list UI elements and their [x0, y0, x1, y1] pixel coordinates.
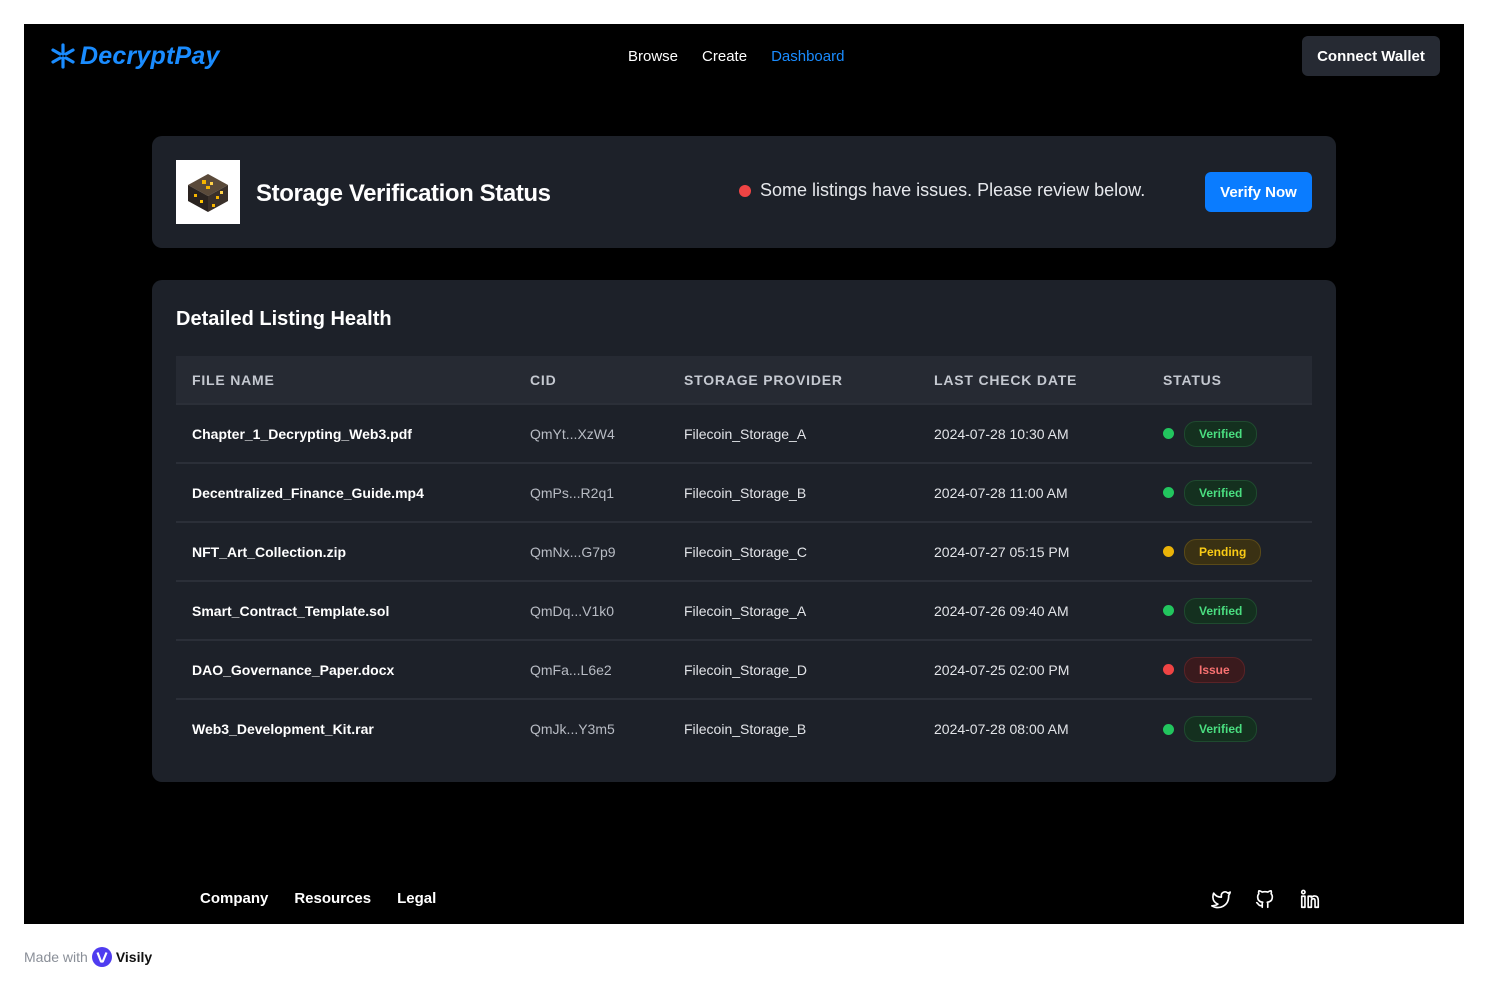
listing-table: FILE NAME CID STORAGE PROVIDER LAST CHEC… — [176, 356, 1312, 758]
table-row[interactable]: NFT_Art_Collection.zip QmNx...G7p9 Filecoi… — [176, 522, 1312, 581]
main-nav: Browse Create Dashboard — [628, 48, 844, 65]
app-frame: DecryptPay Browse Create Dashboard Conne… — [24, 24, 1464, 924]
logo-icon — [51, 43, 75, 69]
file-name-cell: Smart_Contract_Template.sol — [192, 602, 390, 619]
status-cell: Verified — [1147, 581, 1312, 640]
provider-cell: Filecoin_Storage_A — [684, 425, 807, 442]
table-row[interactable]: Chapter_1_Decrypting_Web3.pdf QmYt...XzW4… — [176, 404, 1312, 463]
status-title: Storage Verification Status — [256, 180, 551, 207]
last-check-date-cell: 2024-07-28 10:30 AM — [934, 425, 1069, 442]
issue-dot-icon — [739, 184, 751, 197]
footer-link-company[interactable]: Company — [200, 890, 268, 907]
visily-brand: Visily — [115, 949, 153, 965]
table-row[interactable]: DAO_Governance_Paper.docx QmFa...L6e2 File… — [176, 640, 1312, 699]
table-header-row: FILE NAME CID STORAGE PROVIDER LAST CHEC… — [176, 356, 1312, 404]
status-cell: Verified — [1147, 404, 1312, 463]
status-message: Some listings have issues. Please review… — [739, 180, 1145, 201]
listing-health-title: Detailed Listing Health — [176, 308, 392, 330]
status-badge: Issue — [1184, 656, 1245, 683]
col-status[interactable]: STATUS — [1147, 356, 1312, 404]
col-cid[interactable]: CID — [514, 356, 668, 404]
footer-link-legal[interactable]: Legal — [397, 890, 436, 907]
file-name-cell: Web3_Development_Kit.rar — [192, 721, 374, 737]
last-check-date-cell: 2024-07-27 05:15 PM — [934, 543, 1070, 560]
cid-cell: QmDq...V1k0 — [530, 602, 615, 619]
status-message-text: Some listings have issues. Please review… — [760, 180, 1146, 200]
logo-text: DecryptPay — [80, 41, 220, 70]
cid-cell: QmNx...G7p9 — [530, 543, 616, 560]
github-icon[interactable] — [1254, 888, 1276, 910]
file-name-cell: NFT_Art_Collection.zip — [192, 543, 347, 560]
status-dot-icon — [1163, 487, 1174, 498]
nav-dashboard[interactable]: Dashboard — [771, 48, 844, 65]
nav-create[interactable]: Create — [702, 48, 747, 65]
cid-cell: QmFa...L6e2 — [530, 661, 612, 678]
linkedin-icon[interactable] — [1299, 888, 1321, 910]
last-check-date-cell: 2024-07-28 08:00 AM — [934, 721, 1069, 737]
provider-cell: Filecoin_Storage_A — [684, 602, 807, 619]
storage-cube-icon — [188, 174, 228, 212]
nav-browse[interactable]: Browse — [628, 48, 678, 65]
table-row[interactable]: Web3_Development_Kit.rar QmJk...Y3m5 Filec… — [176, 699, 1312, 758]
last-check-date-cell: 2024-07-28 11:00 AM — [934, 484, 1068, 501]
status-dot-icon — [1163, 723, 1174, 735]
made-with-label: Made with — [24, 949, 88, 965]
storage-thumbnail — [176, 160, 240, 224]
status-cell: Pending — [1147, 522, 1312, 581]
footer-links: Company Resources Legal — [200, 890, 436, 907]
provider-cell: Filecoin_Storage_B — [684, 721, 807, 737]
status-dot-icon — [1163, 605, 1174, 616]
file-name-cell: Chapter_1_Decrypting_Web3.pdf — [192, 425, 412, 442]
connect-wallet-button[interactable]: Connect Wallet — [1302, 36, 1440, 76]
status-badge: Verified — [1184, 716, 1258, 742]
table-row[interactable]: Smart_Contract_Template.sol QmDq...V1k0 Fi… — [176, 581, 1312, 640]
status-badge: Verified — [1184, 420, 1258, 447]
col-file-name[interactable]: FILE NAME — [176, 356, 514, 404]
footer-link-resources[interactable]: Resources — [294, 890, 371, 907]
status-dot-icon — [1163, 546, 1174, 557]
status-dot-icon — [1163, 428, 1174, 439]
verify-now-button[interactable]: Verify Now — [1205, 172, 1312, 212]
cid-cell: QmYt...XzW4 — [530, 425, 615, 442]
twitter-icon[interactable] — [1210, 888, 1232, 910]
last-check-date-cell: 2024-07-25 02:00 PM — [934, 661, 1070, 678]
file-name-cell: DAO_Governance_Paper.docx — [192, 661, 395, 678]
status-badge: Verified — [1184, 479, 1258, 506]
provider-cell: Filecoin_Storage_B — [684, 484, 807, 501]
table-row[interactable]: Decentralized_Finance_Guide.mp4 QmPs...R2… — [176, 463, 1312, 522]
storage-verification-card: Storage Verification Status Some listing… — [152, 136, 1336, 248]
provider-cell: Filecoin_Storage_C — [684, 543, 807, 560]
status-dot-icon — [1163, 664, 1174, 675]
status-badge: Pending — [1184, 538, 1262, 565]
status-cell: Verified — [1147, 699, 1312, 758]
file-name-cell: Decentralized_Finance_Guide.mp4 — [192, 484, 424, 501]
col-last-check-date[interactable]: LAST CHECK DATE — [918, 356, 1147, 404]
cid-cell: QmJk...Y3m5 — [530, 721, 615, 737]
logo[interactable]: DecryptPay — [50, 40, 220, 72]
provider-cell: Filecoin_Storage_D — [684, 661, 807, 678]
status-cell: Issue — [1147, 640, 1312, 699]
visily-logo-icon — [91, 947, 112, 967]
cid-cell: QmPs...R2q1 — [530, 484, 615, 501]
top-header: DecryptPay Browse Create Dashboard Conne… — [24, 24, 1464, 88]
status-badge: Verified — [1184, 597, 1258, 624]
made-with-visily[interactable]: Made with Visily — [24, 947, 152, 967]
col-storage-provider[interactable]: STORAGE PROVIDER — [668, 356, 918, 404]
status-cell: Verified — [1147, 463, 1312, 522]
last-check-date-cell: 2024-07-26 09:40 AM — [934, 602, 1069, 619]
listing-health-card: Detailed Listing Health FILE NAME CID ST… — [152, 280, 1336, 782]
